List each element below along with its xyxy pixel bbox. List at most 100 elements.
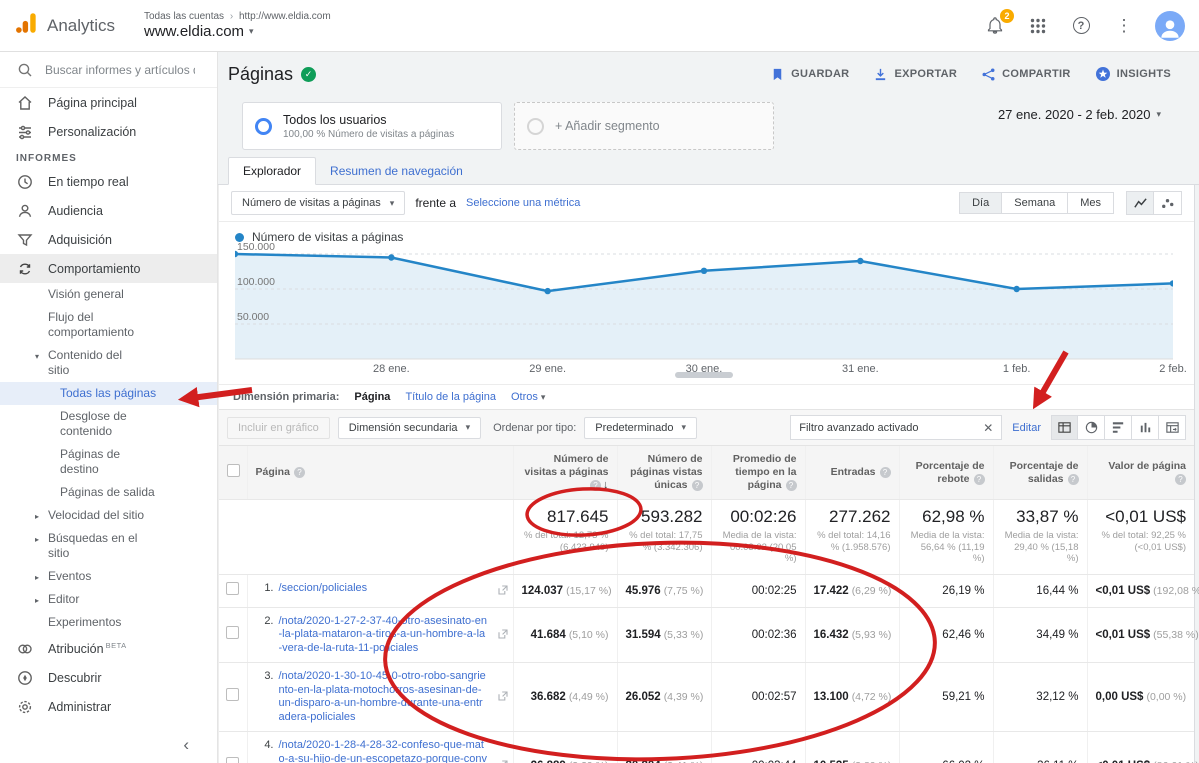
share-button[interactable]: COMPARTIR <box>981 67 1071 82</box>
sidebar-item-behavior-overview[interactable]: Visión general <box>0 283 217 306</box>
segment-all-users[interactable]: Todos los usuarios 100,00 % Número de vi… <box>242 102 502 150</box>
sidebar-item-publisher[interactable]: ▸Editor <box>0 588 217 611</box>
comparison-view-button[interactable] <box>1132 415 1159 440</box>
data-view-button[interactable] <box>1051 415 1078 440</box>
sidebar-item-customization[interactable]: Personalización <box>0 117 217 146</box>
granularity-week-button[interactable]: Semana <box>1002 192 1068 214</box>
dimension-page[interactable]: Página <box>354 391 390 403</box>
sidebar-item-landing-pages[interactable]: Páginas de destino <box>0 443 217 481</box>
row-checkbox[interactable] <box>226 757 239 763</box>
col-header-page[interactable]: Página? <box>247 446 513 500</box>
help-icon[interactable]: ? <box>590 480 601 491</box>
more-vertical-icon[interactable]: ⋮ <box>1112 14 1136 38</box>
sidebar-item-site-search[interactable]: ▸Búsquedas en el sitio <box>0 527 217 565</box>
col-header-pageviews[interactable]: Número de visitas a páginas?↓ <box>513 446 617 500</box>
line-chart-button[interactable] <box>1126 191 1154 215</box>
row-index: 1. <box>248 582 274 594</box>
help-icon[interactable]: ? <box>786 480 797 491</box>
external-link-icon[interactable] <box>498 757 508 763</box>
sidebar-item-admin[interactable]: Administrar <box>0 692 217 721</box>
advanced-filter-chip[interactable]: Filtro avanzado activado ✕ <box>790 415 1002 440</box>
sidebar-item-exit-pages[interactable]: Páginas de salida <box>0 481 217 504</box>
external-link-icon[interactable] <box>498 582 508 600</box>
percent-view-button[interactable] <box>1078 415 1105 440</box>
col-header-entrances[interactable]: Entradas? <box>805 446 899 500</box>
sidebar-item-discover[interactable]: Descubrir <box>0 663 217 692</box>
table-row[interactable]: 3./nota/2020-1-30-10-45-0-otro-robo-sang… <box>219 663 1194 732</box>
sidebar-item-content-drilldown[interactable]: Desglose de contenido <box>0 405 217 443</box>
clear-filter-icon[interactable]: ✕ <box>983 421 993 435</box>
granularity-month-button[interactable]: Mes <box>1068 192 1114 214</box>
breadcrumb-accounts[interactable]: Todas las cuentas <box>144 11 224 22</box>
select-all-checkbox[interactable] <box>227 464 240 477</box>
sidebar-item-experiments[interactable]: Experimentos <box>0 611 217 634</box>
performance-view-button[interactable] <box>1105 415 1132 440</box>
tab-navigation-summary[interactable]: Resumen de navegación <box>316 158 477 184</box>
sidebar-item-label: Descubrir <box>48 671 102 685</box>
help-icon[interactable]: ? <box>294 467 305 478</box>
sidebar-item-site-speed[interactable]: ▸Velocidad del sitio <box>0 504 217 527</box>
pivot-view-button[interactable] <box>1159 415 1186 440</box>
save-button[interactable]: GUARDAR <box>770 67 849 82</box>
metric-selector-dropdown[interactable]: Número de visitas a páginas ▾ <box>231 191 405 215</box>
sidebar-item-all-pages[interactable]: Todas las páginas <box>0 382 217 405</box>
external-link-icon[interactable] <box>498 626 508 644</box>
page-link[interactable]: /nota/2020-1-28-4-28-32-confeso-que-mato… <box>279 739 488 763</box>
sidebar-item-behavior-flow[interactable]: Flujo del comportamiento <box>0 306 217 344</box>
table-row[interactable]: 2./nota/2020-1-27-2-37-40-otro-asesinato… <box>219 607 1194 663</box>
dimension-other[interactable]: Otros ▾ <box>511 391 546 403</box>
tab-explorer[interactable]: Explorador <box>228 157 316 185</box>
page-link[interactable]: /nota/2020-1-27-2-37-40-otro-asesinato-e… <box>279 615 488 656</box>
col-header-avg-time[interactable]: Promedio de tiempo en la página? <box>711 446 805 500</box>
granularity-day-button[interactable]: Día <box>959 192 1002 214</box>
col-header-unique-pageviews[interactable]: Número de páginas vistas únicas? <box>617 446 711 500</box>
property-selector[interactable]: www.eldia.com ▾ <box>144 23 331 40</box>
sidebar-item-acquisition[interactable]: Adquisición <box>0 225 217 254</box>
sidebar-item-attribution[interactable]: AtribuciónBETA <box>0 634 217 663</box>
sidebar-item-site-content[interactable]: ▾Contenido del sitio <box>0 344 217 382</box>
secondary-dimension-dropdown[interactable]: Dimensión secundaria ▾ <box>338 417 481 439</box>
table-row[interactable]: 1./seccion/policiales 124.037(15,17 %) 4… <box>219 574 1194 607</box>
row-checkbox[interactable] <box>226 626 239 639</box>
sidebar-item-audience[interactable]: Audiencia <box>0 196 217 225</box>
insights-button[interactable]: INSIGHTS <box>1095 66 1171 82</box>
help-icon[interactable]: ? <box>692 480 703 491</box>
help-icon[interactable]: ? <box>974 474 985 485</box>
chart-area[interactable]: 150.000100.00050.00028 ene.29 ene.30 ene… <box>235 250 1178 382</box>
help-icon[interactable]: ? <box>1175 474 1186 485</box>
plot-rows-button[interactable]: Incluir en gráfico <box>227 417 330 439</box>
external-link-icon[interactable] <box>498 688 508 706</box>
date-range-picker[interactable]: 27 ene. 2020 - 2 feb. 2020 ▾ <box>998 107 1161 122</box>
table-row[interactable]: 4./nota/2020-1-28-4-28-32-confeso-que-ma… <box>219 732 1194 763</box>
dimension-page-title[interactable]: Título de la página <box>405 391 496 403</box>
sort-type-dropdown[interactable]: Predeterminado ▾ <box>584 417 697 439</box>
col-header-page-value[interactable]: Valor de página? <box>1087 446 1194 500</box>
sidebar-search[interactable] <box>0 52 217 88</box>
row-checkbox[interactable] <box>226 582 239 595</box>
row-checkbox[interactable] <box>226 688 239 701</box>
search-input[interactable] <box>45 63 195 77</box>
help-icon[interactable]: ? <box>1068 474 1079 485</box>
account-picker[interactable]: Todas las cuentas › http://www.eldia.com… <box>144 11 331 40</box>
breadcrumb-property[interactable]: http://www.eldia.com <box>239 11 331 22</box>
page-link[interactable]: /seccion/policiales <box>279 582 488 596</box>
sidebar-item-events[interactable]: ▸Eventos <box>0 565 217 588</box>
apps-grid-icon[interactable] <box>1026 14 1050 38</box>
sidebar-item-label: Personalización <box>48 125 136 139</box>
sidebar-item-realtime[interactable]: En tiempo real <box>0 167 217 196</box>
sidebar-item-home[interactable]: Página principal <box>0 88 217 117</box>
user-avatar[interactable] <box>1155 11 1185 41</box>
notifications-bell-icon[interactable]: 2 <box>983 14 1007 38</box>
edit-filter-link[interactable]: Editar <box>1012 422 1041 434</box>
col-header-exit-rate[interactable]: Porcentaje de salidas? <box>993 446 1087 500</box>
select-metric-link[interactable]: Seleccione una métrica <box>466 197 580 209</box>
export-button[interactable]: EXPORTAR <box>873 67 957 82</box>
page-link[interactable]: /nota/2020-1-30-10-45-0-otro-robo-sangri… <box>279 670 488 724</box>
sidebar-item-behavior[interactable]: Comportamiento <box>0 254 217 283</box>
add-segment-button[interactable]: + Añadir segmento <box>514 102 774 150</box>
help-icon[interactable]: ? <box>1069 14 1093 38</box>
motion-chart-button[interactable] <box>1154 191 1182 215</box>
sidebar-collapse-icon[interactable]: ‹ <box>183 735 189 755</box>
col-header-bounce-rate[interactable]: Porcentaje de rebote? <box>899 446 993 500</box>
help-icon[interactable]: ? <box>880 467 891 478</box>
